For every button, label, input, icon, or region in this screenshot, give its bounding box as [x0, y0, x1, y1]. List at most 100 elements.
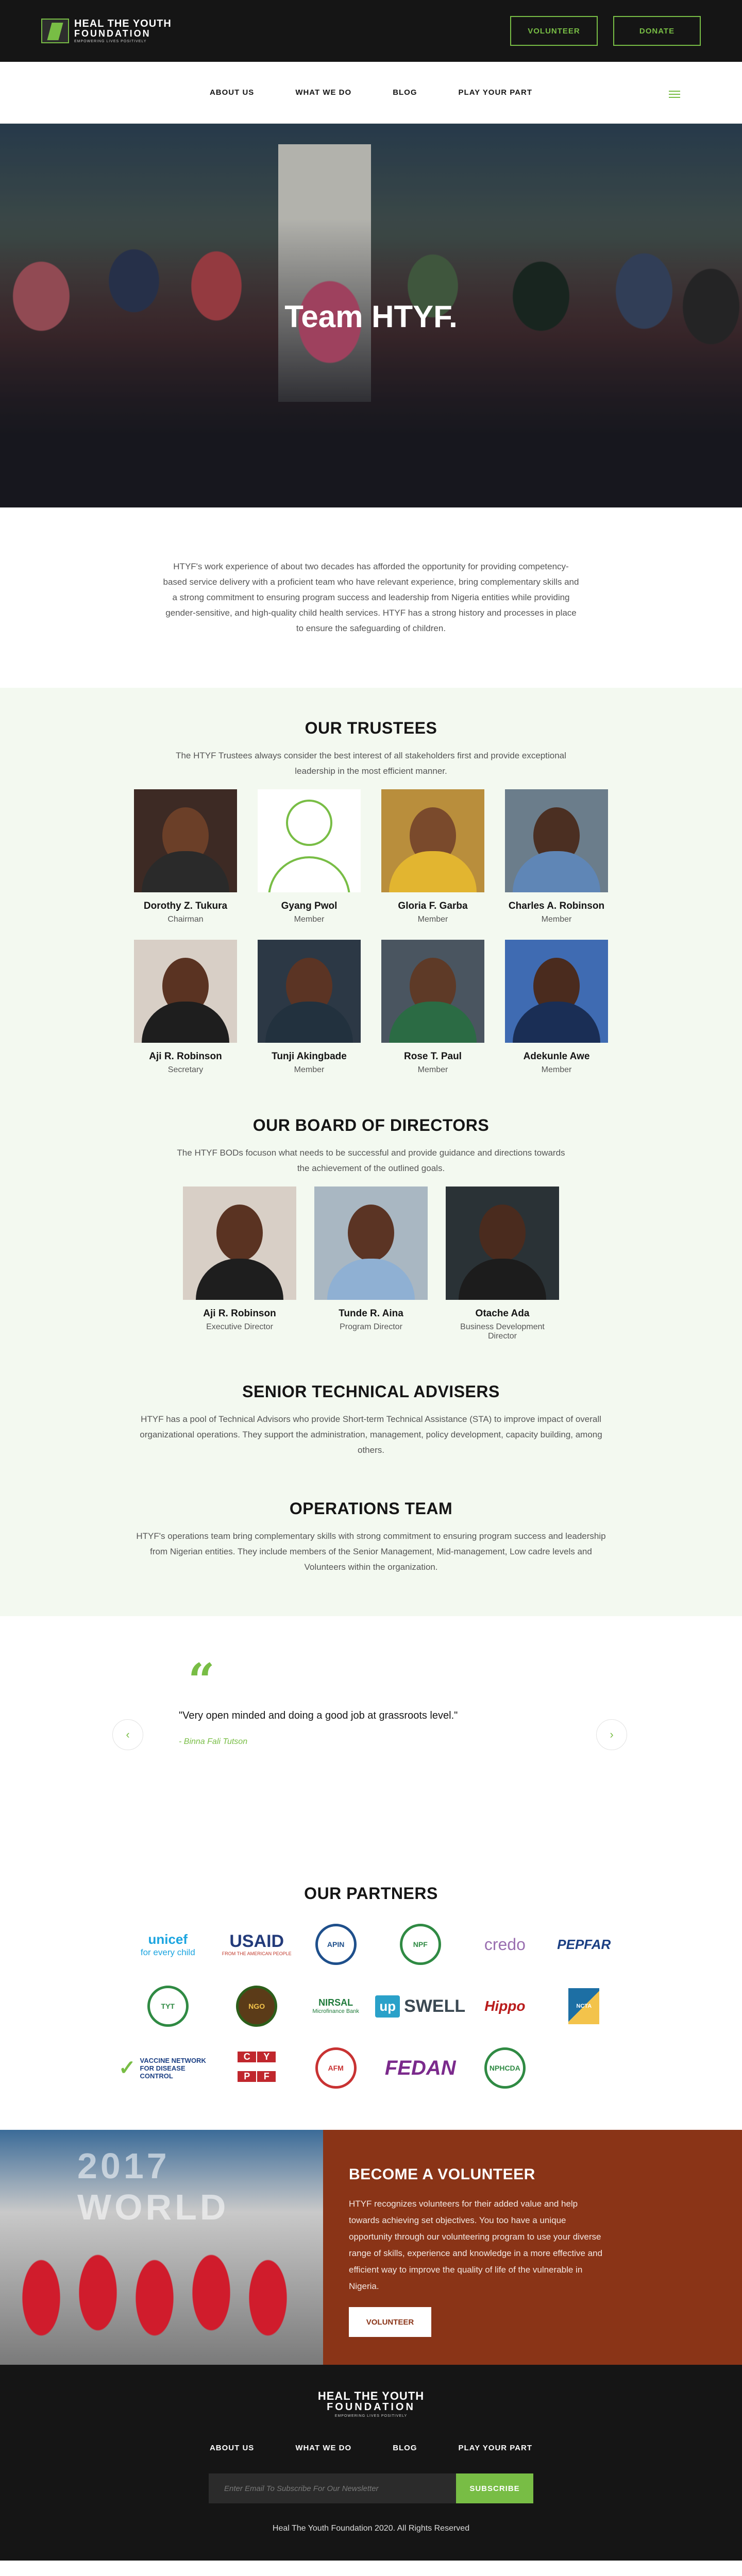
hamburger-icon[interactable]	[669, 91, 680, 100]
nav-item-play-your-part[interactable]: PLAY YOUR PART	[459, 88, 532, 97]
site-logo[interactable]: HEAL THE YOUTH FOUNDATION EMPOWERING LIV…	[41, 19, 172, 43]
upswell-logo-text: SWELL	[404, 1996, 466, 2016]
trustee-photo	[381, 789, 484, 892]
testimonial-text: "Very open minded and doing a good job a…	[179, 1710, 458, 1721]
director-photo	[446, 1187, 559, 1300]
trustee-name: Gloria F. Garba	[398, 901, 468, 911]
volunteer-cta-button[interactable]: VOLUNTEER	[349, 2307, 431, 2337]
advisers-block: SENIOR TECHNICAL ADVISERS HTYF has a poo…	[0, 1382, 742, 1458]
trustee-name: Tunji Akingbade	[272, 1051, 347, 1062]
volunteer-text: HTYF recognizes volunteers for their add…	[349, 2199, 603, 2291]
trustee-card: Charles A. Robinson Member	[505, 789, 608, 924]
trustee-card: Adekunle Awe Member	[505, 940, 608, 1075]
partner-logos: unicef for every child USAID FROM THE AMER…	[119, 1924, 623, 2089]
chevron-left-icon[interactable]: ‹	[112, 1719, 143, 1750]
unicef-logo-sub: for every child	[140, 1947, 195, 1957]
usaid-logo[interactable]: USAID FROM THE AMERICAN PEOPLE	[222, 1924, 292, 1965]
intro-section: HTYF's work experience of about two deca…	[0, 507, 742, 688]
volunteer-photo: 2017 WORLD	[0, 2130, 323, 2365]
director-photo	[183, 1187, 296, 1300]
trustee-name: Charles A. Robinson	[508, 901, 605, 911]
fedan-logo[interactable]: FEDAN	[385, 2047, 456, 2089]
nav-item-about-us[interactable]: ABOUT US	[210, 88, 254, 97]
footer-nav-blog[interactable]: BLOG	[393, 2444, 417, 2452]
tyt-logo[interactable]: TYT	[147, 1986, 189, 2027]
nav-item-blog[interactable]: BLOG	[393, 88, 417, 97]
footer-nav-about-us[interactable]: ABOUT US	[210, 2444, 254, 2452]
nav-item-what-we-do[interactable]: WHAT WE DO	[295, 88, 351, 97]
trustee-photo	[134, 940, 237, 1043]
intro-text: HTYF's work experience of about two deca…	[163, 562, 579, 633]
footer-nav-what-we-do[interactable]: WHAT WE DO	[295, 2444, 351, 2452]
logo-tagline: EMPOWERING LIVES POSITIVELY	[74, 40, 147, 43]
vaccine-network-logo[interactable]: ✓ VACCINE NETWORK FOR DISEASE CONTROL	[119, 2047, 217, 2089]
director-card: Aji R. Robinson Executive Director	[183, 1187, 296, 1341]
trustees-description: The HTYF Trustees always consider the be…	[176, 751, 566, 776]
footer-nav-play-your-part[interactable]: PLAY YOUR PART	[459, 2444, 532, 2452]
apin-logo[interactable]: APIN	[315, 1924, 357, 1965]
cypf-logo[interactable]: C Y P F	[238, 2047, 276, 2089]
nigeria-police-logo[interactable]: NPF	[399, 1924, 441, 1965]
trustee-name: Gyang Pwol	[281, 901, 338, 911]
director-name: Tunde R. Aina	[339, 1308, 403, 1319]
usaid-logo-sub: FROM THE AMERICAN PEOPLE	[222, 1951, 292, 1956]
person-placeholder-icon	[258, 789, 361, 892]
director-name: Otache Ada	[475, 1308, 530, 1319]
volunteer-group	[0, 2210, 323, 2365]
trustee-card: Dorothy Z. Tukura Chairman	[134, 789, 237, 924]
afm-logo[interactable]: AFM	[315, 2047, 357, 2089]
director-name: Aji R. Robinson	[203, 1308, 276, 1319]
trustee-card: Rose T. Paul Member	[381, 940, 484, 1075]
footer-nav: ABOUT US WHAT WE DO BLOG PLAY YOUR PART	[0, 2444, 742, 2453]
ngo-logo[interactable]: NGO	[236, 1986, 278, 2027]
cypf-letter: F	[257, 2071, 276, 2082]
trustee-card: Gloria F. Garba Member	[381, 789, 484, 924]
trustee-photo	[134, 789, 237, 892]
nphcda-logo[interactable]: NPHCDA	[484, 2047, 526, 2089]
board-block: OUR BOARD OF DIRECTORS The HTYF BODs foc…	[0, 1116, 742, 1341]
logo-mark-icon	[41, 19, 69, 43]
cypf-letter: P	[238, 2071, 257, 2082]
partners-title: OUR PARTNERS	[304, 1884, 438, 1903]
advisers-description: HTYF has a pool of Technical Advisors wh…	[140, 1414, 602, 1455]
hero-banner: Team HTYF.	[0, 124, 742, 507]
credo-logo[interactable]: credo	[484, 1924, 526, 1965]
pepfar-logo[interactable]: PEPFAR	[557, 1924, 611, 1965]
unicef-logo-text: unicef	[148, 1931, 188, 1947]
volunteer-button[interactable]: VOLUNTEER	[510, 16, 598, 46]
director-photo	[314, 1187, 428, 1300]
logo-line-2: FOUNDATION	[74, 28, 151, 39]
trustee-role: Member	[541, 915, 572, 924]
chevron-right-icon[interactable]: ›	[596, 1719, 627, 1750]
trustee-card: Tunji Akingbade Member	[258, 940, 361, 1075]
trustees-grid: Dorothy Z. Tukura Chairman Gyang Pwol Me…	[0, 789, 742, 1075]
partners-section: OUR PARTNERS unicef for every child USAID…	[0, 1822, 742, 2130]
cypf-letter: Y	[257, 2051, 276, 2062]
trustee-role: Chairman	[167, 915, 204, 924]
unicef-logo[interactable]: unicef for every child	[141, 1924, 195, 1965]
footer: HEAL THE YOUTH FOUNDATION EMPOWERING LIV…	[0, 2365, 742, 2561]
vaccine-network-text: VACCINE NETWORK FOR DISEASE CONTROL	[140, 2056, 206, 2080]
nirsal-logo[interactable]: NIRSAL Microfinance Bank	[312, 1986, 359, 2027]
director-card: Tunde R. Aina Program Director	[314, 1187, 428, 1341]
trustee-name: Aji R. Robinson	[149, 1051, 222, 1062]
subscribe-button[interactable]: SUBSCRIBE	[456, 2473, 533, 2503]
newsletter-email-input[interactable]	[209, 2473, 456, 2503]
hippo-logo[interactable]: Hippo	[484, 1986, 525, 2027]
team-section: OUR TRUSTEES The HTYF Trustees always co…	[0, 688, 742, 1616]
donate-button[interactable]: DONATE	[613, 16, 701, 46]
upswell-logo[interactable]: up SWELL	[375, 1986, 465, 2027]
logo-line-1: HEAL THE YOUTH	[74, 18, 172, 29]
advisers-title: SENIOR TECHNICAL ADVISERS	[242, 1382, 500, 1401]
testimonial-slider: “ "Very open minded and doing a good job…	[0, 1616, 742, 1822]
nirsal-logo-sub: Microfinance Bank	[312, 2008, 359, 2014]
trustees-title: OUR TRUSTEES	[305, 719, 437, 737]
trustee-photo	[505, 789, 608, 892]
main-nav: ABOUT US WHAT WE DO BLOG PLAY YOUR PART	[0, 62, 742, 124]
ncta-logo[interactable]: NCTA	[568, 1988, 600, 2024]
footer-logo[interactable]: HEAL THE YOUTH FOUNDATION EMPOWERING LIV…	[318, 2391, 424, 2418]
footer-logo-line-2: FOUNDATION	[327, 2401, 415, 2413]
director-role: Executive Director	[206, 1323, 273, 1331]
trustee-role: Member	[541, 1065, 572, 1074]
cypf-letter: C	[238, 2051, 257, 2062]
